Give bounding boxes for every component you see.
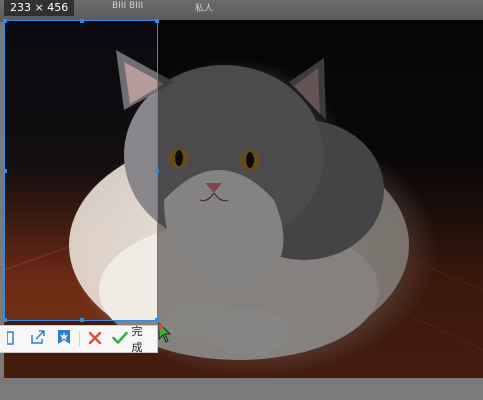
cancel-icon <box>88 330 102 349</box>
done-label: 完成 <box>131 325 143 354</box>
screen-capture-stage: BIII BIII 私人 233 × 456 完成 <box>0 0 483 400</box>
dim-overlay-right <box>158 20 483 378</box>
resize-handle-e[interactable] <box>155 169 159 173</box>
selection-rectangle[interactable] <box>3 19 159 322</box>
background-app-text-2: 私人 <box>195 4 214 14</box>
resize-handle-n[interactable] <box>80 19 84 23</box>
share-icon <box>30 329 46 349</box>
resize-handle-w[interactable] <box>3 169 7 173</box>
cancel-button[interactable] <box>82 326 108 352</box>
cursor-icon <box>158 321 172 348</box>
background-app-bottom <box>0 378 483 400</box>
save-icon <box>6 330 19 349</box>
check-icon <box>111 331 128 348</box>
share-button[interactable] <box>26 326 52 352</box>
resize-handle-ne[interactable] <box>155 19 159 23</box>
save-button[interactable] <box>0 326 26 352</box>
pin-icon <box>56 329 72 349</box>
selection-size-label: 233 × 456 <box>4 0 75 16</box>
toolbar-divider <box>78 331 80 347</box>
pin-button[interactable] <box>51 326 77 352</box>
capture-toolbar: 完成 <box>0 325 158 354</box>
resize-handle-s[interactable] <box>80 318 84 322</box>
resize-handle-sw[interactable] <box>3 318 7 322</box>
background-app-text: BIII BIII <box>112 1 144 11</box>
resize-handle-nw[interactable] <box>3 19 7 23</box>
done-button[interactable]: 完成 <box>108 325 157 354</box>
